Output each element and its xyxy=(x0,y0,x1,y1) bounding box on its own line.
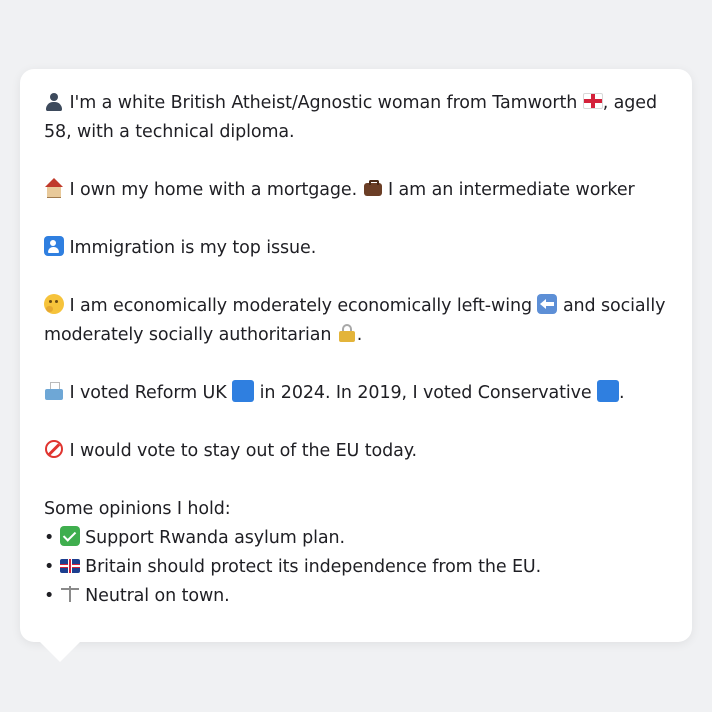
bullet-dot: • xyxy=(44,528,55,548)
prohibited-icon xyxy=(44,439,64,459)
passport-control-icon xyxy=(44,236,64,256)
top-issue-paragraph: Immigration is my top issue. xyxy=(44,234,668,263)
left-arrow-icon xyxy=(537,294,558,314)
work-text: I am an intermediate worker xyxy=(388,180,635,200)
speech-bubble-tail xyxy=(40,642,80,662)
identity-text-a: I'm a white British Atheist/Agnostic wom… xyxy=(69,93,578,113)
reform-blue-square-icon xyxy=(232,380,255,402)
voting-text-a: I voted Reform UK xyxy=(69,383,227,403)
ideology-text-a: I am economically moderately economicall… xyxy=(69,296,532,316)
ballot-box-icon xyxy=(44,381,64,401)
opinions-heading: Some opinions I hold: xyxy=(44,499,231,519)
balance-scale-icon xyxy=(60,584,80,604)
opinion-text: Britain should protect its independence … xyxy=(85,557,542,577)
union-jack-flag-icon xyxy=(59,559,80,573)
england-flag-icon xyxy=(582,93,603,109)
thinking-face-icon xyxy=(44,294,64,314)
voting-text-c: . xyxy=(619,383,625,403)
eu-text: I would vote to stay out of the EU today… xyxy=(69,441,417,461)
identity-paragraph: I'm a white British Atheist/Agnostic wom… xyxy=(44,89,668,147)
ideology-paragraph: I am economically moderately economicall… xyxy=(44,292,668,350)
check-mark-icon xyxy=(59,526,80,546)
opinion-item: • Neutral on town. xyxy=(44,582,668,611)
opinion-text: Neutral on town. xyxy=(85,586,230,606)
bullet-dot: • xyxy=(44,586,55,606)
house-icon xyxy=(44,178,64,198)
top-issue-text: Immigration is my top issue. xyxy=(69,238,317,258)
voting-text-b: in 2024. In 2019, I voted Conservative xyxy=(259,383,592,403)
housing-paragraph: I own my home with a mortgage. I am an i… xyxy=(44,176,668,205)
bullet-dot: • xyxy=(44,557,55,577)
opinion-text: Support Rwanda asylum plan. xyxy=(85,528,346,548)
profile-card: I'm a white British Atheist/Agnostic wom… xyxy=(20,69,692,642)
lock-icon xyxy=(337,323,357,343)
ideology-text-c: . xyxy=(356,325,363,345)
briefcase-icon xyxy=(363,178,383,198)
opinion-item: • Britain should protect its independenc… xyxy=(44,553,668,582)
conservative-blue-square-icon xyxy=(597,380,620,402)
voting-paragraph: I voted Reform UK in 2024. In 2019, I vo… xyxy=(44,379,668,408)
eu-paragraph: I would vote to stay out of the EU today… xyxy=(44,437,668,466)
person-silhouette-icon xyxy=(44,91,64,111)
housing-text: I own my home with a mortgage. xyxy=(69,180,358,200)
opinion-item: • Support Rwanda asylum plan. xyxy=(44,524,668,553)
